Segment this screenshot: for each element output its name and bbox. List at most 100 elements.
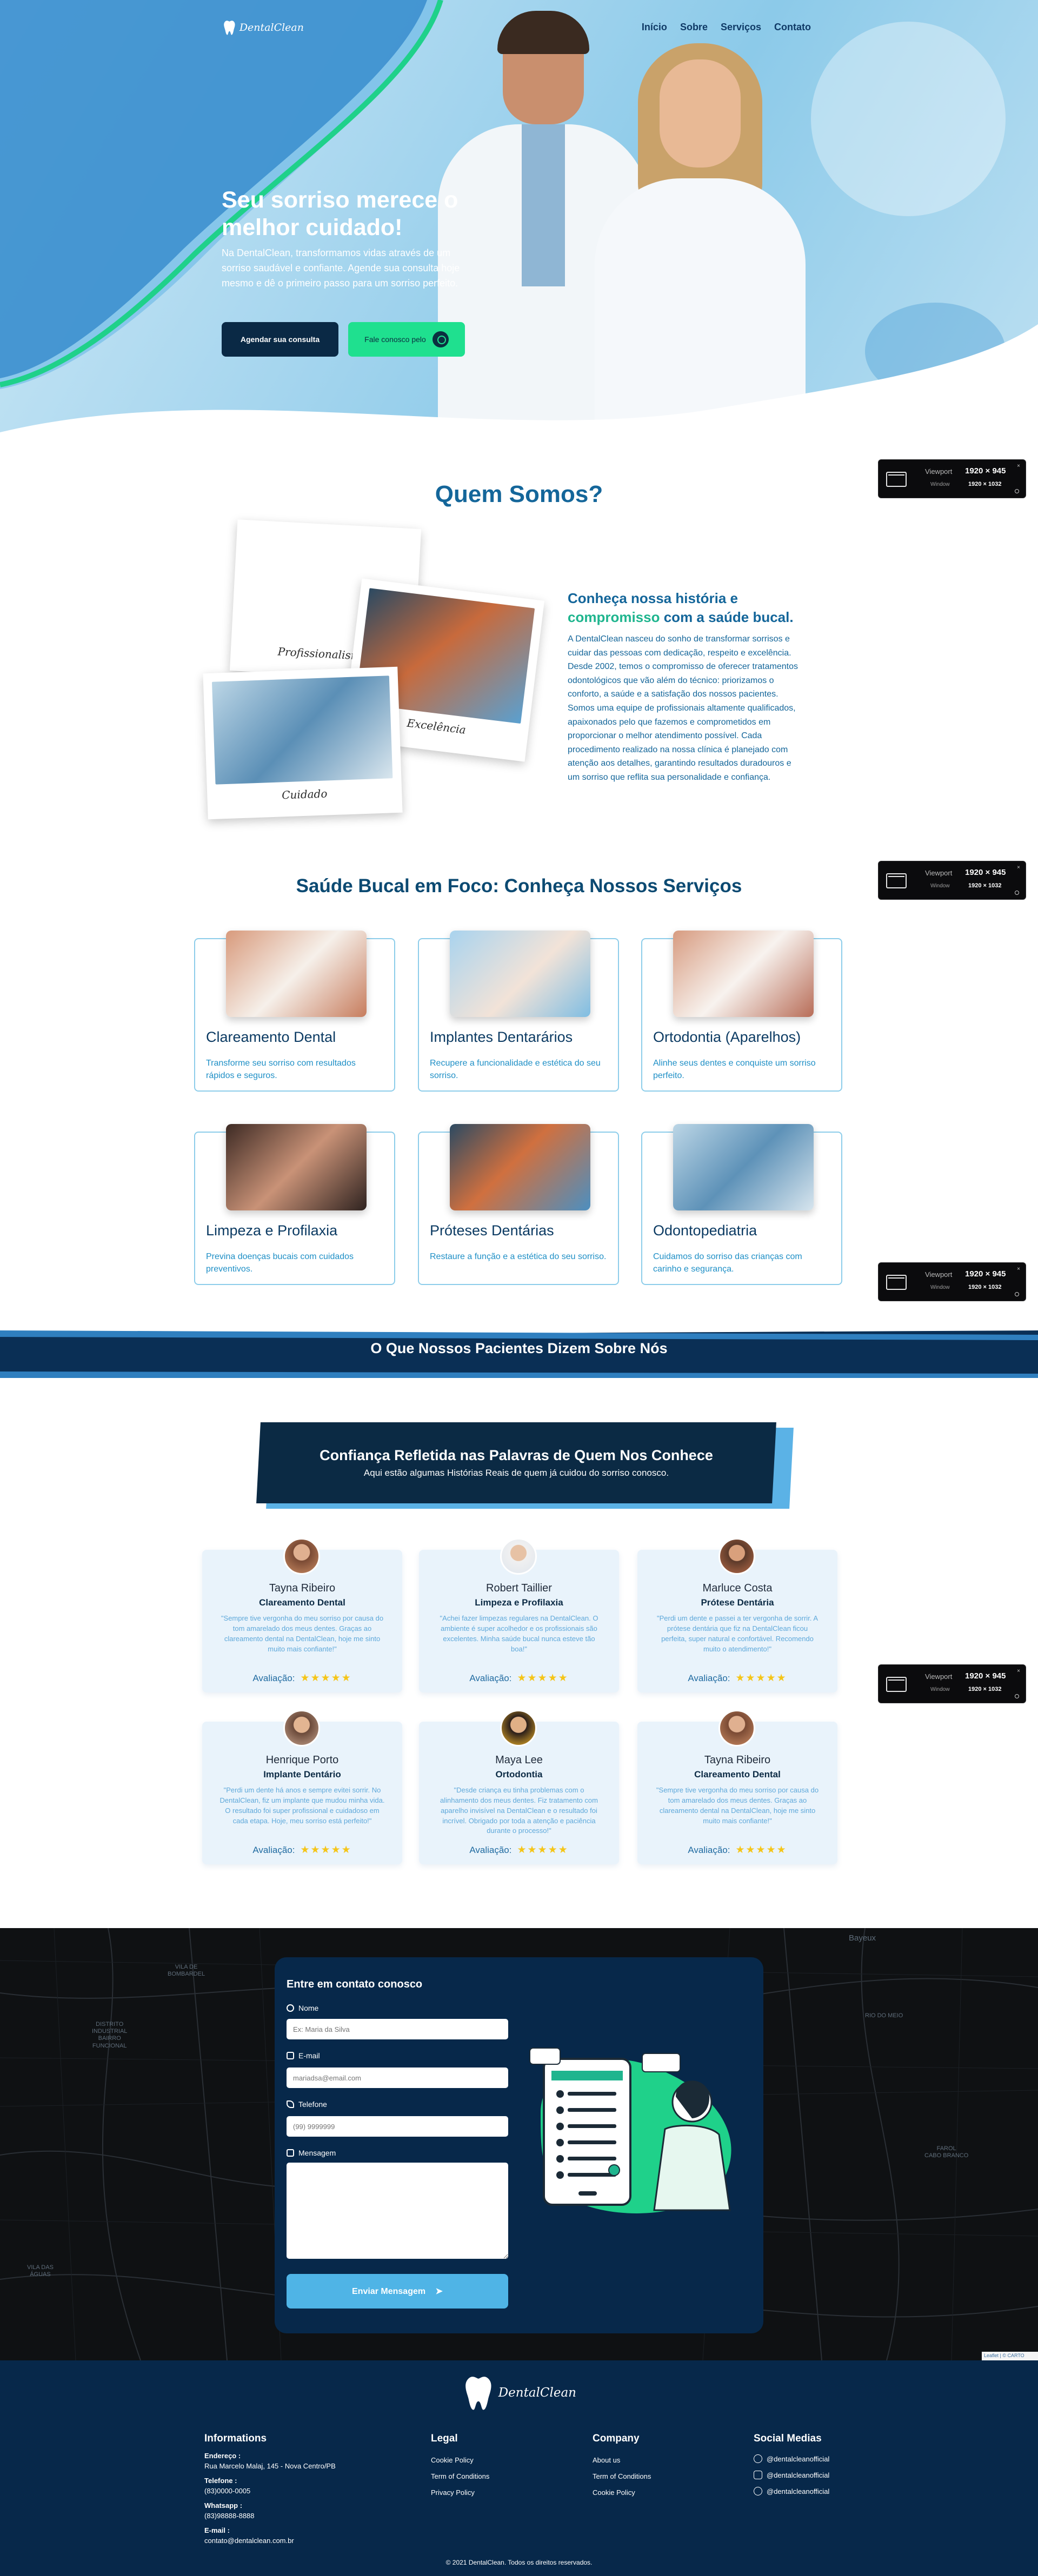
- message-textarea[interactable]: [287, 2163, 508, 2259]
- footer-social-title: Social Medias: [754, 2433, 822, 2444]
- nav-link-contato[interactable]: Contato: [774, 22, 811, 33]
- rating-label: Avaliação:: [688, 1672, 730, 1683]
- message-label-text: Mensagem: [298, 2149, 336, 2157]
- map-label: FAROL CABO BRANCO: [924, 2145, 969, 2159]
- testimonial-name: Tayna Ribeiro: [704, 1754, 771, 1766]
- send-icon: ➤: [435, 2287, 443, 2296]
- trust-title: Confiança Refletida nas Palavras de Quem…: [320, 1447, 713, 1463]
- hero-text: Na DentalClean, transformamos vidas atra…: [222, 247, 460, 289]
- circle-icon: [1015, 1292, 1019, 1296]
- polaroid-caption: Cuidado: [281, 787, 328, 802]
- viewport-badge: Viewport 1920 × 945 Window 1920 × 1032 ×: [878, 1262, 1026, 1301]
- nav-link-sobre[interactable]: Sobre: [680, 22, 708, 33]
- star-rating-icon: ★★★★★: [300, 1844, 352, 1856]
- social-handle: @dentalcleanofficial: [767, 2471, 830, 2479]
- footer-link-terms[interactable]: Term of Conditions: [593, 2472, 651, 2482]
- social-handle: @dentalcleanofficial: [767, 2487, 830, 2495]
- close-icon[interactable]: ×: [1017, 1266, 1020, 1272]
- phone-input[interactable]: [287, 2116, 508, 2137]
- facebook-icon: [754, 2454, 762, 2463]
- map-label: Bayeux: [849, 1933, 876, 1943]
- footer-company-title: Company: [593, 2433, 640, 2444]
- close-icon[interactable]: ×: [1017, 1668, 1020, 1674]
- testimonial-quote: "Sempre tive vergonha do meu sorriso por…: [656, 1786, 819, 1825]
- send-button-label: Enviar Mensagem: [352, 2287, 426, 2296]
- social-twitter[interactable]: @dentalcleanofficial: [754, 2487, 829, 2495]
- services-title: Saúde Bucal em Foco: Conheça Nossos Serv…: [296, 875, 742, 896]
- footer-link-about[interactable]: About us: [593, 2455, 620, 2466]
- footer-link-terms[interactable]: Term of Conditions: [431, 2472, 489, 2482]
- star-rating-icon: ★★★★★: [735, 1844, 787, 1856]
- service-title: Limpeza e Profilaxia: [206, 1222, 338, 1239]
- footer-link-cookie-policy[interactable]: Cookie Policy: [593, 2488, 635, 2498]
- social-instagram[interactable]: @dentalcleanofficial: [754, 2471, 829, 2479]
- service-card[interactable]: Odontopediatria Cuidamos do sorriso das …: [641, 1124, 842, 1285]
- service-image: [673, 931, 814, 1017]
- testimonial-quote: "Sempre tive vergonha do meu sorriso por…: [221, 1614, 384, 1653]
- phone-label: Telefone: [287, 2100, 327, 2109]
- footer-logo[interactable]: DentalClean: [463, 2371, 576, 2414]
- email-label: E-mail: [287, 2051, 320, 2060]
- map-label: VILA DE BOMBARDEL: [168, 1964, 205, 1978]
- service-card[interactable]: Limpeza e Profilaxia Previna doenças buc…: [194, 1124, 395, 1285]
- service-card[interactable]: Implantes Dentarários Recupere a funcion…: [418, 931, 619, 1092]
- whatsapp-icon: [432, 331, 449, 347]
- rating-label: Avaliação:: [252, 1672, 295, 1683]
- close-icon[interactable]: ×: [1017, 463, 1020, 469]
- testimonial-rating: Avaliação: ★★★★★: [202, 1672, 402, 1684]
- email-value: contato@dentalclean.com.br: [204, 2536, 294, 2545]
- map-attribution[interactable]: Leaflet | © CARTO: [982, 2352, 1038, 2360]
- address-value: Rua Marcelo Malaj, 145 - Nova Centro/PB: [204, 2461, 336, 2470]
- logo-text: DentalClean: [239, 22, 304, 34]
- viewport-value: 1920 × 945: [965, 466, 1006, 476]
- whatsapp-value: (83)98888-8888: [204, 2511, 255, 2520]
- nav-link-inicio[interactable]: Início: [642, 22, 667, 33]
- message-icon: [287, 2149, 294, 2157]
- nav-link-servicos[interactable]: Serviços: [721, 22, 761, 33]
- name-input[interactable]: [287, 2019, 508, 2039]
- about-text: A DentalClean nasceu do sonho de transfo…: [568, 634, 798, 782]
- mail-icon: [287, 2052, 294, 2059]
- testimonial-name: Maya Lee: [495, 1754, 543, 1766]
- testimonial-quote: "Perdi um dente e passei a ter vergonha …: [656, 1614, 818, 1653]
- email-input[interactable]: [287, 2068, 508, 2088]
- footer-link-cookie-policy[interactable]: Cookie Policy: [431, 2455, 474, 2466]
- viewport-label: Viewport: [925, 1270, 953, 1279]
- service-card[interactable]: Clareamento Dental Transforme seu sorris…: [194, 931, 395, 1092]
- rating-label: Avaliação:: [469, 1672, 512, 1683]
- about-heading-accent: compromisso: [568, 609, 660, 626]
- email-label: E-mail :: [204, 2526, 230, 2534]
- avatar: [500, 1538, 537, 1575]
- clinic-photo: [211, 675, 393, 785]
- footer-address: Endereço : Rua Marcelo Malaj, 145 - Nova…: [204, 2451, 336, 2472]
- whatsapp-label: Whatsapp :: [204, 2501, 243, 2510]
- service-card[interactable]: Próteses Dentárias Restaure a função e a…: [418, 1124, 619, 1285]
- phone-value: (83)0000-0005: [204, 2486, 251, 2495]
- about-title: Quem Somos?: [435, 481, 603, 507]
- whatsapp-button-label: Fale conosco pelo: [364, 335, 426, 344]
- testimonial-rating: Avaliação: ★★★★★: [419, 1672, 619, 1684]
- phone-label: Telefone :: [204, 2477, 237, 2485]
- star-rating-icon: ★★★★★: [735, 1672, 787, 1684]
- whatsapp-button[interactable]: Fale conosco pelo: [348, 322, 465, 357]
- testimonial-service: Clareamento Dental: [259, 1597, 345, 1608]
- name-label: Nome: [287, 2004, 318, 2012]
- logo[interactable]: DentalClean: [223, 12, 304, 43]
- social-facebook[interactable]: @dentalcleanofficial: [754, 2454, 829, 2463]
- close-icon[interactable]: ×: [1017, 865, 1020, 871]
- schedule-button[interactable]: Agendar sua consulta: [222, 322, 338, 357]
- footer-link-privacy[interactable]: Privacy Policy: [431, 2488, 475, 2498]
- hero-section: DentalClean Início Sobre Serviços Contat…: [0, 0, 1038, 454]
- rating-label: Avaliação:: [688, 1844, 730, 1855]
- window-icon: [886, 1275, 907, 1290]
- service-desc: Transforme seu sorriso com resultados rá…: [206, 1059, 356, 1081]
- service-image: [450, 1124, 590, 1210]
- hero-wave-shape: [0, 0, 1038, 454]
- testimonial-card: Marluce Costa Prótese Dentária "Perdi um…: [637, 1538, 837, 1692]
- twitter-icon: [754, 2487, 762, 2495]
- footer-phone: Telefone : (83)0000-0005: [204, 2476, 250, 2497]
- trust-subtitle: Aqui estão algumas Histórias Reais de qu…: [363, 1468, 669, 1478]
- service-card[interactable]: Ortodontia (Aparelhos) Alinhe seus dente…: [641, 931, 842, 1092]
- send-message-button[interactable]: Enviar Mensagem ➤: [287, 2274, 508, 2309]
- window-icon: [886, 1677, 907, 1692]
